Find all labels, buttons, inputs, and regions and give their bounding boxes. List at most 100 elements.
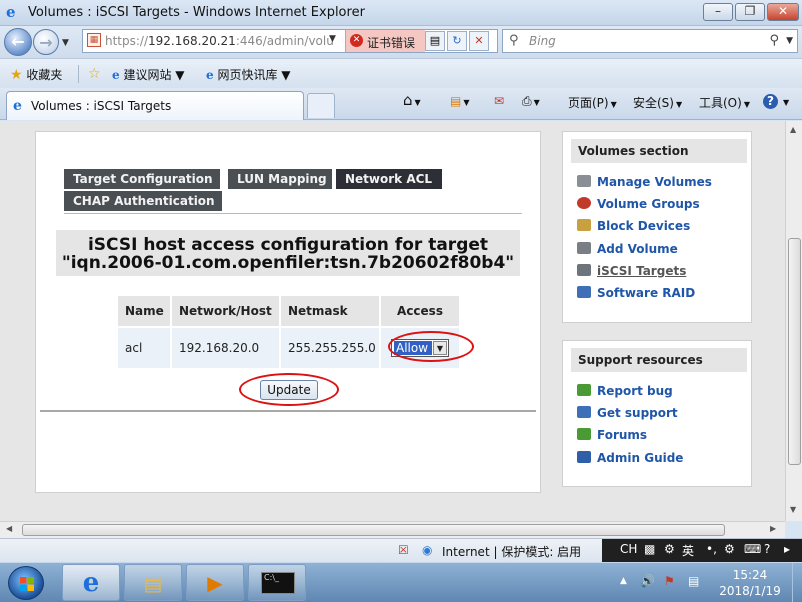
tab-lun-mapping[interactable]: LUN Mapping [228, 169, 332, 189]
taskbar-command-prompt[interactable]: C:\_ [248, 564, 306, 601]
favorites-star-icon: ★ [10, 67, 23, 83]
ime-mode-icon[interactable]: ⚙ [664, 542, 675, 556]
feeds-icon[interactable]: ▤ ▼ [450, 94, 470, 108]
url-dropdown-icon[interactable]: ▼ [329, 34, 336, 44]
link-report-bug[interactable]: Report bug [577, 384, 673, 398]
clock[interactable]: 15:24 2018/1/19 [710, 567, 790, 599]
link-admin-guide[interactable]: Admin Guide [577, 451, 683, 465]
scroll-left-icon[interactable]: ◀ [6, 524, 12, 533]
taskbar-media-player[interactable]: ▶ [186, 564, 244, 601]
ime-mode[interactable]: 英 [682, 542, 694, 559]
link-forums[interactable]: Forums [577, 428, 647, 442]
taskbar-internet-explorer[interactable]: e [62, 564, 120, 601]
ime-help-icon[interactable]: ? [764, 542, 770, 556]
link-label: Add Volume [597, 242, 678, 256]
page-menu[interactable]: 页面(P) ▼ [568, 94, 617, 111]
action-center-icon[interactable]: ⚑ [664, 574, 675, 588]
ime-language[interactable]: CH [620, 542, 637, 556]
windows-logo-icon [20, 577, 34, 591]
help-dropdown[interactable]: ▼ [781, 94, 789, 108]
tools-menu[interactable]: 工具(O) ▼ [699, 94, 750, 111]
tab-network-acl[interactable]: Network ACL [336, 169, 442, 189]
ime-softkeyboard-icon[interactable]: ⌨ [744, 542, 761, 556]
search-icon[interactable]: ⚲ [769, 33, 779, 48]
home-icon[interactable]: ⌂ ▼ [403, 91, 421, 109]
scroll-right-icon[interactable]: ▶ [770, 524, 776, 533]
network-icon[interactable]: ▤ [688, 574, 699, 588]
internet-explorer-icon: e [82, 568, 100, 598]
link-software-raid[interactable]: Software RAID [577, 286, 695, 300]
ime-settings-icon[interactable]: ⚙ [724, 542, 735, 556]
clock-time: 15:24 [732, 568, 768, 582]
url-field[interactable]: https://192.168.20.21:446/admin/volu [105, 34, 333, 48]
link-label: iSCSI Targets [597, 264, 687, 278]
address-bar[interactable]: ▦ https://192.168.20.21:446/admin/volu ▼… [82, 29, 498, 53]
search-provider-icon: ⚲ [509, 33, 519, 48]
command-prompt-icon: C:\_ [261, 572, 295, 594]
recent-pages-dropdown[interactable]: ▼ [62, 38, 69, 48]
report-bug-icon [577, 384, 591, 396]
back-button[interactable]: ← [4, 28, 32, 56]
vertical-scroll-thumb[interactable] [788, 238, 801, 465]
vertical-scrollbar[interactable]: ▲ ▼ [785, 121, 802, 521]
popup-blocked-icon[interactable]: ☒ [398, 543, 409, 557]
search-options-dropdown[interactable]: ▼ [786, 36, 793, 46]
link-block-devices[interactable]: Block Devices [577, 219, 690, 233]
read-mail-icon[interactable]: ✉ [494, 94, 504, 108]
link-label: Software RAID [597, 286, 696, 300]
ime-logo-icon: ▩ [644, 542, 656, 556]
safety-menu[interactable]: 安全(S) ▼ [633, 94, 682, 111]
url-scheme: https:// [105, 34, 149, 48]
link-add-volume[interactable]: Add Volume [577, 242, 678, 256]
link-volume-groups[interactable]: Volume Groups [577, 197, 700, 211]
url-path: :446/admin/volu [235, 34, 333, 48]
favorites-button[interactable]: ★ 收藏夹 [10, 66, 62, 83]
add-to-favorites-button[interactable]: ☆ [88, 66, 101, 82]
ime-punctuation-icon[interactable]: •, [706, 542, 717, 556]
close-button[interactable]: ✕ [767, 3, 799, 21]
show-desktop-button[interactable] [792, 563, 802, 602]
forward-button[interactable]: → [33, 29, 59, 55]
volumes-section-title: Volumes section [571, 139, 747, 163]
content-divider [40, 410, 536, 412]
tab-row: e Volumes : iSCSI Targets ⌂ ▼ ▤ ▼ ✉ ⎙ ▼ 页面(… [0, 88, 802, 120]
link-label: Admin Guide [597, 451, 684, 465]
taskbar-explorer[interactable]: ▤ [124, 564, 182, 601]
link-label: Forums [597, 428, 648, 442]
horizontal-scroll-thumb[interactable] [22, 524, 725, 536]
block-devices-icon [577, 219, 591, 231]
tab-target-configuration[interactable]: Target Configuration [64, 169, 220, 189]
ime-collapse-icon[interactable]: ▸ [784, 542, 790, 556]
restore-button[interactable]: ❐ [735, 3, 765, 21]
volumes-section-panel: Volumes section Manage Volumes Volume Gr… [562, 131, 752, 323]
access-highlight-annotation [388, 331, 474, 362]
stop-icon[interactable]: ✕ [469, 31, 489, 51]
new-tab-button[interactable] [307, 93, 335, 118]
tab-chap-authentication[interactable]: CHAP Authentication [64, 191, 222, 211]
certificate-error-button[interactable]: ✕ 证书错误 [345, 30, 425, 52]
heading-target-iqn: "iqn.2006-01.com.openfiler:tsn.7b20602f8… [61, 253, 515, 273]
show-hidden-icons[interactable]: ▲ [620, 576, 627, 586]
minimize-button[interactable]: – [703, 3, 733, 21]
web-slice-label: 网页快讯库 ▼ [217, 68, 291, 82]
search-input[interactable]: Bing [529, 34, 556, 48]
suggested-sites-link[interactable]: e 建议网站 ▼ [112, 66, 185, 83]
link-iscsi-targets[interactable]: iSCSI Targets [577, 264, 686, 278]
web-slice-gallery-link[interactable]: e 网页快讯库 ▼ [206, 66, 291, 83]
compatibility-view-icon[interactable]: ▤ [425, 31, 445, 51]
start-button[interactable] [8, 566, 44, 600]
media-player-icon: ▶ [207, 571, 223, 595]
scroll-up-icon[interactable]: ▲ [790, 125, 796, 134]
link-label: Volume Groups [597, 197, 700, 211]
search-box[interactable]: ⚲ Bing ⚲ ▼ [502, 29, 798, 53]
link-label: Manage Volumes [597, 175, 712, 189]
link-get-support[interactable]: Get support [577, 406, 678, 420]
help-icon[interactable]: ? [763, 94, 778, 109]
link-manage-volumes[interactable]: Manage Volumes [577, 175, 712, 189]
scroll-down-icon[interactable]: ▼ [790, 505, 796, 514]
horizontal-scrollbar[interactable]: ◀ ▶ [0, 521, 785, 538]
volume-icon[interactable]: 🔊 [640, 574, 655, 588]
print-icon[interactable]: ⎙ ▼ [522, 94, 540, 109]
tab-volumes-iscsi-targets[interactable]: e Volumes : iSCSI Targets [6, 91, 304, 120]
refresh-icon[interactable]: ↻ [447, 31, 467, 51]
